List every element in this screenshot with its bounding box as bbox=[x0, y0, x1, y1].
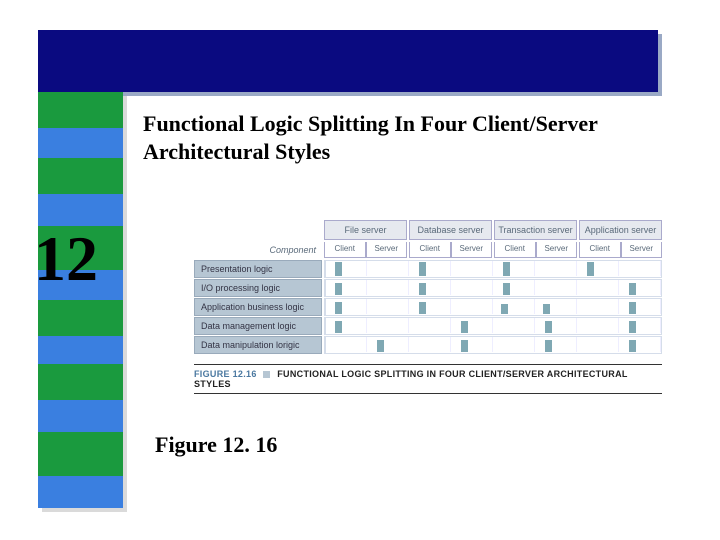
sub-server: Server bbox=[451, 242, 493, 258]
table-row: I/O processing logic bbox=[194, 279, 662, 297]
row-label: I/O processing logic bbox=[194, 279, 322, 297]
caption-square-icon bbox=[263, 371, 270, 378]
col-database-server: Database server bbox=[409, 220, 492, 240]
row-label: Application business logic bbox=[194, 298, 322, 316]
figure-header-row: File server Database server Transaction … bbox=[194, 220, 662, 240]
sub-server: Server bbox=[536, 242, 578, 258]
sub-server: Server bbox=[621, 242, 663, 258]
figure-12-16: File server Database server Transaction … bbox=[194, 220, 662, 394]
figure-number: FIGURE 12.16 bbox=[194, 369, 257, 379]
sub-client: Client bbox=[494, 242, 536, 258]
table-row: Application business logic bbox=[194, 298, 662, 316]
table-row: Data management logic bbox=[194, 317, 662, 335]
figure-caption: FIGURE 12.16 FUNCTIONAL LOGIC SPLITTING … bbox=[194, 364, 662, 394]
col-file-server: File server bbox=[324, 220, 407, 240]
row-label: Data management logic bbox=[194, 317, 322, 335]
col-application-server: Application server bbox=[579, 220, 662, 240]
figure-subheader-row: Component ClientServer ClientServer Clie… bbox=[194, 242, 662, 258]
sub-client: Client bbox=[324, 242, 366, 258]
row-label: Presentation logic bbox=[194, 260, 322, 278]
figure-label: Figure 12. 16 bbox=[155, 432, 277, 458]
header-bar bbox=[38, 30, 658, 92]
table-row: Presentation logic bbox=[194, 260, 662, 278]
row-label: Data manipulation lorigic bbox=[194, 336, 322, 354]
sub-server: Server bbox=[366, 242, 408, 258]
slide-title: Functional Logic Splitting In Four Clien… bbox=[143, 110, 663, 165]
chapter-number: 12 bbox=[34, 222, 98, 296]
component-label: Component bbox=[194, 242, 322, 258]
sidebar-stripes bbox=[38, 92, 123, 508]
col-transaction-server: Transaction server bbox=[494, 220, 577, 240]
sub-client: Client bbox=[579, 242, 621, 258]
table-row: Data manipulation lorigic bbox=[194, 336, 662, 354]
sub-client: Client bbox=[409, 242, 451, 258]
figure-caption-text: FUNCTIONAL LOGIC SPLITTING IN FOUR CLIEN… bbox=[194, 369, 628, 389]
